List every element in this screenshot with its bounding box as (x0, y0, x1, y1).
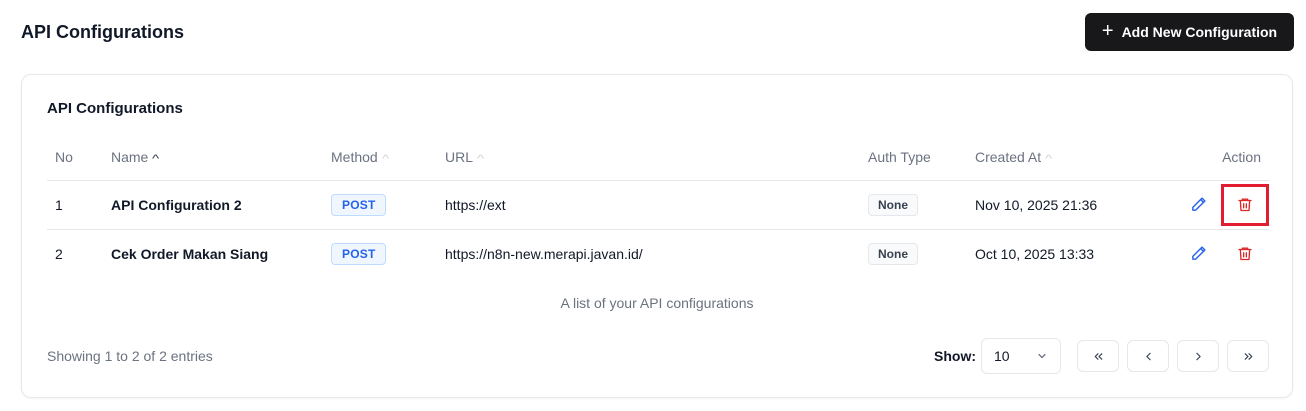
trash-icon (1238, 198, 1252, 212)
sort-asc-icon: ^ (152, 153, 160, 166)
row-url: https://n8n-new.merapi.javan.id/ (445, 245, 643, 262)
card-title: API Configurations (47, 100, 183, 117)
table-caption: A list of your API configurations (560, 295, 754, 311)
column-header-no: No (47, 135, 111, 181)
column-header-url[interactable]: URL ^ (445, 135, 868, 181)
row-number: 2 (55, 245, 63, 262)
chevrons-right-icon (1244, 352, 1252, 360)
auth-type-badge: None (868, 242, 918, 265)
page-title: API Configurations (21, 22, 184, 42)
auth-type-badge: None (868, 193, 918, 216)
sort-icon: ^ (381, 153, 389, 166)
method-badge: POST (331, 242, 387, 265)
delete-button[interactable] (1230, 190, 1260, 220)
delete-button-wrap (1221, 233, 1269, 275)
plus-icon: + (1101, 20, 1114, 42)
last-page-button[interactable] (1227, 340, 1269, 372)
add-button-label: Add New Configuration (1121, 24, 1278, 40)
page-size-select[interactable]: 10 (981, 338, 1061, 374)
pencil-icon (1191, 197, 1206, 211)
delete-button-highlight (1221, 183, 1269, 226)
table-row: 1 API Configuration 2 POST https://ext N… (47, 180, 1269, 230)
column-header-name[interactable]: Name ^ (111, 135, 331, 181)
chevron-left-icon (1145, 352, 1151, 360)
edit-button[interactable] (1183, 239, 1213, 269)
table-row: 2 Cek Order Makan Siang POST https://n8n… (47, 229, 1269, 278)
first-page-button[interactable] (1077, 340, 1119, 372)
column-header-created-at[interactable]: Created At ^ (975, 135, 1167, 181)
entries-info: Showing 1 to 2 of 2 entries (47, 348, 213, 364)
row-name: Cek Order Makan Siang (111, 245, 269, 262)
column-header-action: Action (1167, 135, 1269, 181)
delete-button[interactable] (1230, 239, 1260, 269)
edit-button[interactable] (1183, 190, 1213, 220)
pencil-icon (1191, 246, 1206, 261)
configurations-card: API Configurations No Name ^ Method ^ URL ^… (21, 74, 1293, 398)
add-new-configuration-button[interactable]: + Add New Configuration (1085, 13, 1294, 51)
row-created-at: Oct 10, 2025 13:33 (975, 245, 1095, 262)
column-header-auth-type: Auth Type (868, 135, 975, 181)
table-header-row: No Name ^ Method ^ URL ^ Auth Type Created … (47, 135, 1269, 181)
chevron-down-icon (1038, 353, 1046, 359)
row-url: https://ext (445, 180, 868, 230)
row-number: 1 (47, 180, 111, 230)
chevrons-left-icon (1094, 352, 1102, 360)
trash-icon (1238, 247, 1252, 261)
next-page-button[interactable] (1177, 340, 1219, 372)
page-size-value: 10 (994, 348, 1010, 364)
method-badge: POST (331, 193, 387, 216)
previous-page-button[interactable] (1127, 340, 1169, 372)
configurations-table: No Name ^ Method ^ URL ^ Auth Type Created … (47, 135, 1269, 278)
chevron-right-icon (1195, 352, 1201, 360)
row-created-at: Nov 10, 2025 21:36 (975, 180, 1167, 230)
sort-icon: ^ (1045, 153, 1053, 166)
row-name: API Configuration 2 (111, 180, 331, 230)
show-label: Show: (934, 348, 976, 364)
column-header-method[interactable]: Method ^ (331, 135, 445, 181)
sort-icon: ^ (476, 153, 485, 166)
